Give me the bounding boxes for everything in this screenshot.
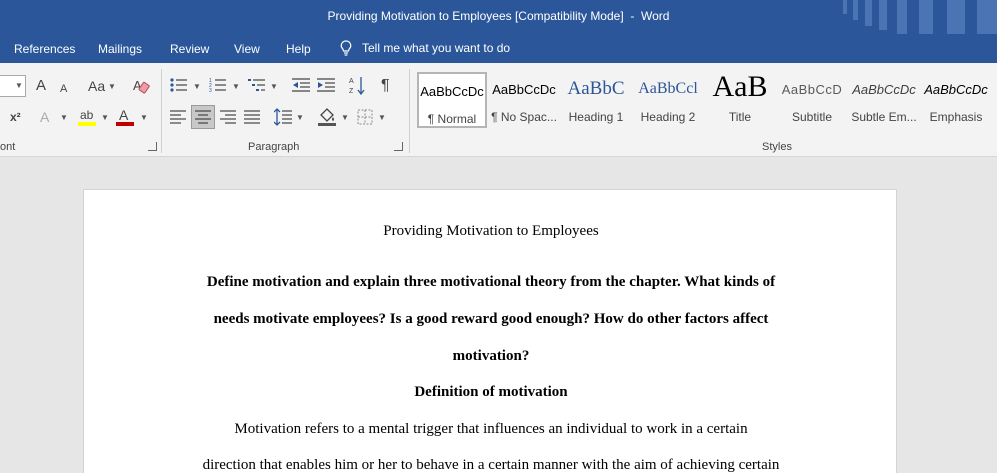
style-name: Title (728, 110, 752, 124)
document-page[interactable]: Providing Motivation to Employees Define… (83, 189, 897, 473)
document-title: Providing Motivation to Employees (383, 223, 599, 239)
paragraph-dialog-launcher[interactable] (394, 142, 403, 151)
chevron-down-icon: ▼ (193, 82, 201, 91)
group-divider (161, 69, 162, 153)
grow-font-button[interactable]: A (36, 78, 46, 94)
numbering-icon[interactable]: 123 (209, 77, 227, 93)
style-name: Heading 1 (568, 110, 624, 124)
multilevel-list-icon[interactable] (248, 77, 266, 93)
borders-icon[interactable] (357, 109, 373, 125)
style-heading-1[interactable]: AaBbC Heading 1 (561, 72, 631, 128)
text-effects-button[interactable]: A (40, 109, 49, 125)
ribbon: ▼ A A Aa ▼ A x² A ▼ ab ▼ A ▼ ont ▼ 123 ▼… (0, 63, 997, 157)
style-sample: AaBbCcDc (924, 82, 988, 97)
chevron-down-icon: ▼ (296, 113, 304, 122)
style-subtle-emphasis[interactable]: AaBbCcDc Subtle Em... (849, 72, 919, 128)
chevron-down-icon: ▼ (140, 113, 148, 122)
font-color-label: A (119, 107, 129, 123)
chevron-down-icon: ▼ (232, 82, 240, 91)
chevron-down-icon: ▼ (101, 113, 109, 122)
font-color-bar (116, 122, 134, 126)
title-bar: Providing Motivation to Employees [Compa… (0, 0, 997, 34)
shading-icon[interactable] (318, 108, 336, 126)
style-name: Heading 2 (640, 110, 696, 124)
svg-text:3: 3 (209, 88, 212, 93)
tab-view[interactable]: View (234, 42, 260, 56)
style-sample: AaBbCcDc (852, 82, 916, 97)
superscript-button[interactable]: x² (10, 109, 21, 125)
lightbulb-icon (340, 40, 352, 56)
tell-me-search[interactable]: Tell me what you want to do (340, 40, 510, 56)
increase-indent-icon[interactable] (317, 77, 335, 93)
font-dialog-launcher[interactable] (148, 142, 157, 151)
align-right-icon[interactable] (220, 110, 236, 124)
change-case-button[interactable]: Aa (88, 78, 105, 94)
group-divider (409, 69, 410, 153)
tab-references[interactable]: References (14, 42, 75, 56)
chevron-down-icon: ▼ (60, 113, 68, 122)
justify-icon[interactable] (244, 110, 260, 124)
align-center-button[interactable] (191, 105, 215, 129)
style-sample: AaBbC (567, 78, 625, 99)
app-name: Word (641, 9, 670, 23)
paragraph-group-label: Paragraph (248, 141, 300, 153)
svg-text:Z: Z (349, 88, 354, 95)
style-sample: AaB (712, 70, 768, 103)
bullets-icon[interactable] (170, 77, 188, 93)
clear-formatting-icon[interactable]: A (132, 77, 150, 95)
title-separator: - (623, 9, 642, 23)
question-line: needs motivate employees? Is a good rewa… (213, 311, 769, 327)
document-title: Providing Motivation to Employees [Compa… (327, 9, 624, 23)
chevron-down-icon: ▼ (270, 82, 278, 91)
body-line: direction that enables him or her to beh… (202, 457, 780, 473)
tell-me-label: Tell me what you want to do (362, 41, 511, 55)
styles-gallery: AaBbCcDc ¶ Normal AaBbCcDc ¶ No Spac... … (416, 69, 996, 129)
tab-help[interactable]: Help (286, 42, 311, 56)
style-sample: AaBbCcDc (420, 84, 484, 99)
body-line: Motivation refers to a mental trigger th… (234, 421, 748, 437)
sort-icon[interactable]: A Z (349, 76, 365, 95)
tab-review[interactable]: Review (170, 42, 209, 56)
style-no-spacing[interactable]: AaBbCcDc ¶ No Spac... (489, 72, 559, 128)
font-color-button[interactable]: A (116, 107, 136, 127)
font-size-box[interactable]: ▼ (0, 75, 26, 97)
chevron-down-icon: ▼ (108, 82, 116, 91)
question-line: motivation? (452, 348, 530, 364)
font-group-label: ont (0, 141, 16, 153)
svg-text:A: A (349, 78, 354, 85)
style-emphasis[interactable]: AaBbCcDc Emphasis (921, 72, 991, 128)
chevron-down-icon: ▼ (378, 113, 386, 122)
question-line: Define motivation and explain three moti… (206, 274, 776, 290)
ribbon-tabs: References Mailings Review View Help Tel… (0, 34, 997, 63)
style-normal[interactable]: AaBbCcDc ¶ Normal (417, 72, 487, 128)
tab-mailings[interactable]: Mailings (98, 42, 142, 56)
shrink-font-button[interactable]: A (60, 81, 67, 97)
highlight-button[interactable]: ab (78, 107, 98, 127)
title-decoration (843, 0, 997, 34)
style-sample: AaBbCcDc (492, 82, 556, 97)
style-name: Subtle Em... (851, 110, 917, 124)
highlight-color-bar (78, 122, 96, 126)
align-left-icon[interactable] (170, 110, 186, 124)
style-name: Subtitle (791, 110, 833, 124)
style-sample: AaBbCcD (781, 82, 843, 97)
align-center-icon (195, 110, 211, 124)
style-name: ¶ Normal (427, 112, 477, 126)
style-subtitle[interactable]: AaBbCcD Subtitle (777, 72, 847, 128)
style-name: ¶ No Spac... (491, 110, 557, 124)
show-formatting-marks-button[interactable]: ¶ (381, 78, 390, 94)
style-name: Emphasis (929, 110, 983, 124)
style-heading-2[interactable]: AaBbCcl Heading 2 (633, 72, 703, 128)
styles-group-label: Styles (762, 141, 792, 153)
highlight-label: ab (80, 108, 94, 122)
decrease-indent-icon[interactable] (292, 77, 310, 93)
style-title[interactable]: AaB Title (705, 70, 775, 128)
line-spacing-icon[interactable] (274, 108, 292, 126)
chevron-down-icon: ▼ (15, 81, 23, 90)
chevron-down-icon: ▼ (341, 113, 349, 122)
style-sample: AaBbCcl (638, 80, 698, 97)
section-heading: Definition of motivation (414, 384, 568, 400)
